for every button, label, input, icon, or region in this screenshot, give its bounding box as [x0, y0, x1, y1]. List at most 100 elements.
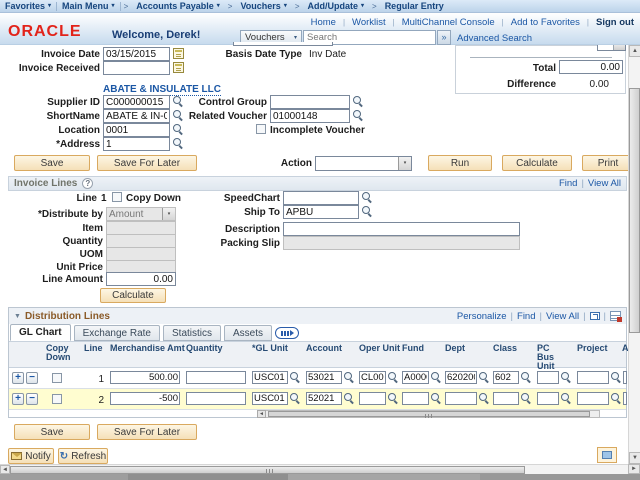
copy-down-checkbox-row1[interactable] [52, 373, 62, 383]
sign-out-link[interactable]: Sign out [596, 17, 634, 28]
print-button[interactable]: Print [582, 155, 634, 171]
tab-gl-chart[interactable]: GL Chart [10, 324, 71, 341]
pc-bus-unit-input[interactable] [537, 392, 559, 405]
lookup-icon[interactable] [344, 393, 355, 404]
advanced-search-link[interactable]: Advanced Search [457, 33, 532, 44]
grid-horizontal-scrollbar[interactable]: ◄ [257, 410, 600, 418]
breadcrumb-regular-entry[interactable]: Regular Entry [380, 1, 449, 11]
chevron-down-icon[interactable]: ▾ [48, 3, 51, 9]
lookup-icon[interactable] [521, 393, 532, 404]
scroll-left-icon[interactable]: ◄ [257, 410, 266, 418]
breadcrumb-add-update[interactable]: Add/Update ▾ [303, 1, 370, 11]
oper-unit-input[interactable] [359, 371, 386, 384]
pc-bus-unit-input[interactable] [537, 371, 559, 384]
lookup-icon[interactable] [561, 372, 572, 383]
delete-row-button[interactable]: − [26, 372, 38, 384]
breadcrumb-accounts-payable[interactable]: Accounts Payable ▾ [131, 1, 225, 11]
chevron-down-icon[interactable]: ▾ [284, 3, 287, 9]
invoice-lines-view-all-link[interactable]: View All [588, 178, 621, 189]
scroll-down-icon[interactable]: ▼ [629, 452, 640, 464]
horizontal-scrollbar-thumb[interactable] [10, 466, 525, 474]
footer-save-for-later-button[interactable]: Save For Later [97, 424, 197, 440]
multichannel-console-link[interactable]: MultiChannel Console [402, 17, 495, 28]
quantity-cell-input[interactable] [186, 392, 246, 405]
lookup-icon[interactable] [521, 372, 532, 383]
scroll-left-icon[interactable]: ◄ [0, 465, 10, 474]
lookup-icon[interactable] [290, 372, 301, 383]
calendar-icon[interactable] [173, 62, 184, 73]
incomplete-voucher-checkbox[interactable] [256, 124, 266, 134]
save-button[interactable]: Save [14, 155, 90, 171]
quantity-cell-input[interactable] [186, 371, 246, 384]
breadcrumb-favorites[interactable]: Favorites ▾ [0, 1, 56, 11]
project-input[interactable] [577, 392, 609, 405]
account-input[interactable] [306, 392, 342, 405]
vertical-scrollbar-thumb[interactable] [629, 88, 640, 333]
invoice-lines-find-link[interactable]: Find [559, 178, 577, 189]
grid-scrollbar-thumb[interactable] [268, 411, 590, 418]
lookup-icon[interactable] [431, 372, 442, 383]
dept-input[interactable] [445, 392, 477, 405]
footer-save-button[interactable]: Save [14, 424, 90, 440]
copy-down-checkbox-row2[interactable] [52, 394, 62, 404]
fund-input[interactable] [402, 371, 429, 384]
download-grid-icon[interactable] [610, 311, 622, 322]
lookup-icon[interactable] [479, 393, 490, 404]
oper-unit-input[interactable] [359, 392, 386, 405]
calendar-icon[interactable] [173, 48, 184, 59]
lookup-icon[interactable] [362, 192, 373, 203]
invoice-received-input[interactable] [103, 61, 170, 75]
notify-button[interactable]: Notify [8, 448, 54, 464]
tab-statistics[interactable]: Statistics [163, 325, 222, 341]
collapse-triangle-icon[interactable]: ▼ [14, 313, 21, 320]
breadcrumb-main-menu[interactable]: Main Menu ▾ [57, 1, 120, 11]
merchandise-amt-input[interactable] [110, 371, 180, 384]
fund-input[interactable] [402, 392, 429, 405]
copy-down-checkbox[interactable] [112, 192, 122, 202]
add-row-button[interactable]: + [12, 393, 24, 405]
lookup-icon[interactable] [290, 393, 301, 404]
address-input[interactable] [103, 137, 170, 151]
delete-row-button[interactable]: − [26, 393, 38, 405]
tab-assets[interactable]: Assets [224, 325, 273, 341]
home-link[interactable]: Home [311, 17, 336, 28]
line-calculate-button[interactable]: Calculate [100, 288, 166, 303]
chevron-down-icon[interactable]: ▾ [112, 3, 115, 9]
distribution-view-all-link[interactable]: View All [546, 311, 579, 322]
supplier-id-input[interactable] [103, 95, 170, 109]
horizontal-scrollbar[interactable]: ◄ [0, 464, 628, 474]
chevron-down-icon[interactable]: ▾ [217, 3, 220, 9]
activity-input-clipped[interactable] [623, 392, 627, 405]
add-row-button[interactable]: + [12, 372, 24, 384]
line-amount-input[interactable] [106, 272, 176, 286]
lookup-icon[interactable] [353, 110, 364, 121]
lookup-icon[interactable] [388, 372, 399, 383]
tab-exchange-rate[interactable]: Exchange Rate [73, 325, 160, 341]
calculate-button[interactable]: Calculate [502, 155, 572, 171]
scroll-right-icon[interactable]: ► [628, 464, 640, 474]
lookup-icon[interactable] [611, 372, 622, 383]
personalize-link[interactable]: Personalize [457, 311, 507, 322]
chevron-down-icon[interactable]: ▾ [361, 3, 364, 9]
breadcrumb-vouchers[interactable]: Vouchers ▾ [235, 1, 291, 11]
vertical-scrollbar[interactable]: ▲ ▼ [628, 45, 640, 464]
lookup-icon[interactable] [561, 393, 572, 404]
zoom-popup-icon[interactable] [589, 312, 600, 320]
lookup-icon[interactable] [479, 372, 490, 383]
save-for-later-button[interactable]: Save For Later [97, 155, 197, 171]
lookup-icon[interactable] [344, 372, 355, 383]
lookup-icon[interactable] [388, 393, 399, 404]
account-input[interactable] [306, 371, 342, 384]
location-input[interactable] [103, 123, 170, 137]
control-group-input[interactable] [270, 95, 350, 109]
refresh-button[interactable]: ↻ Refresh [58, 448, 108, 464]
ship-to-input[interactable] [283, 205, 359, 219]
add-to-favorites-link[interactable]: Add to Favorites [511, 17, 580, 28]
lookup-icon[interactable] [173, 138, 184, 149]
shortname-input[interactable] [103, 109, 170, 123]
class-input[interactable] [493, 392, 519, 405]
lookup-icon[interactable] [173, 124, 184, 135]
dept-input[interactable] [445, 371, 477, 384]
description-input[interactable] [283, 222, 520, 236]
gl-unit-input[interactable] [252, 371, 288, 384]
